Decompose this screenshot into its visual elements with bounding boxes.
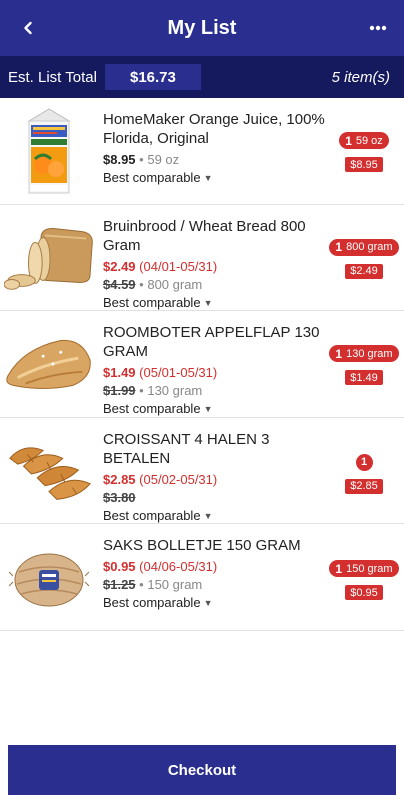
chevron-left-icon	[24, 21, 32, 35]
item-price: $1.49	[103, 365, 136, 380]
total-label: Est. List Total	[8, 68, 97, 86]
item-count: 5 item(s)	[331, 68, 390, 86]
item-price: $2.85	[103, 471, 136, 487]
old-price: $4.59	[103, 276, 136, 292]
quantity-number: 1	[335, 561, 343, 576]
checkout-button[interactable]: Checkout	[8, 745, 396, 795]
size-line: $3.80	[103, 489, 325, 507]
best-comparable-dropdown[interactable]: Best comparable ▼	[103, 594, 212, 612]
quantity-number: 1	[335, 346, 343, 361]
item-name: Bruinbrood / Wheat Bread 800 Gram	[103, 217, 306, 254]
item-size: 150 gram	[147, 577, 203, 592]
chevron-down-icon: ▼	[203, 173, 213, 183]
item-name: SAKS BOLLETJE 150 GRAM	[103, 537, 301, 554]
shopping-list: HomeMaker Orange Juice, 100% Florida, Or…	[0, 98, 404, 631]
wheat-bread-loaf-image	[4, 213, 94, 303]
croissants-image	[4, 426, 94, 516]
sale-dates: (05/02-05/31)	[139, 471, 218, 487]
price-tag: $0.95	[345, 585, 383, 600]
item-info: HomeMaker Orange Juice, 100% Florida, Or…	[103, 110, 325, 187]
item-name: HomeMaker Orange Juice, 100% Florida, Or…	[103, 111, 325, 147]
item-size: 800 gram	[147, 276, 203, 292]
price-line: $2.85 (05/02-05/31)	[103, 471, 325, 489]
chevron-down-icon: ▼	[203, 598, 213, 608]
list-item[interactable]: ROOMBOTER APPELFLAP 130 GRAM $1.49 (05/0…	[0, 311, 404, 418]
sale-dates: (04/01-05/31)	[139, 258, 218, 274]
size-line: $4.59 • 800 gram	[103, 276, 325, 294]
item-info: Bruinbrood / Wheat Bread 800 Gram $2.49 …	[103, 217, 325, 312]
item-info: CROISSANT 4 HALEN 3 BETALEN $2.85 (05/02…	[103, 430, 325, 525]
compare-label: Best comparable	[103, 170, 201, 185]
best-comparable-dropdown[interactable]: Best comparable ▼	[103, 507, 212, 525]
price-line: $8.95 • 59 oz	[103, 151, 325, 169]
sale-dates: (04/06-05/31)	[139, 559, 218, 574]
sale-dates: (05/01-05/31)	[139, 365, 218, 380]
packaged-bread-roll-image	[4, 532, 94, 622]
best-comparable-dropdown[interactable]: Best comparable ▼	[103, 169, 212, 187]
quantity-unit: 800 gram	[346, 241, 393, 253]
item-badges: 1 800 gram $2.49	[329, 238, 399, 279]
item-badges: 1 150 gram $0.95	[329, 560, 399, 600]
price-line: $1.49 (05/01-05/31)	[103, 364, 325, 382]
size-line: $1.99 • 130 gram	[103, 382, 325, 400]
list-total-bar: Est. List Total $16.73 5 item(s)	[0, 56, 404, 98]
item-info: ROOMBOTER APPELFLAP 130 GRAM $1.49 (05/0…	[103, 323, 325, 418]
list-item[interactable]: CROISSANT 4 HALEN 3 BETALEN $2.85 (05/02…	[0, 418, 404, 525]
price-line: $0.95 (04/06-05/31)	[103, 558, 325, 576]
quantity-unit: 130 gram	[346, 347, 393, 360]
list-item[interactable]: SAKS BOLLETJE 150 GRAM $0.95 (04/06-05/3…	[0, 524, 404, 631]
best-comparable-dropdown[interactable]: Best comparable ▼	[103, 294, 212, 312]
item-size: 130 gram	[147, 383, 203, 398]
item-badges: 1 59 oz $8.95	[330, 132, 398, 172]
orange-juice-carton-image	[4, 106, 94, 196]
item-name: ROOMBOTER APPELFLAP 130 GRAM	[103, 324, 320, 360]
compare-label: Best comparable	[103, 507, 201, 523]
item-badges: 1 130 gram $1.49	[329, 345, 399, 385]
item-name: CROISSANT 4 HALEN 3 BETALEN	[103, 430, 270, 467]
chevron-down-icon: ▼	[203, 510, 213, 521]
price-tag: $1.49	[345, 370, 383, 385]
item-price: $0.95	[103, 559, 136, 574]
app-header: My List	[0, 0, 404, 56]
chevron-down-icon: ▼	[203, 297, 213, 308]
page-title: My List	[167, 16, 237, 39]
back-button[interactable]	[14, 14, 42, 42]
item-badges: 1 $2.85	[330, 453, 398, 494]
price-line: $2.49 (04/01-05/31)	[103, 258, 325, 276]
item-info: SAKS BOLLETJE 150 GRAM $0.95 (04/06-05/3…	[103, 536, 325, 612]
item-size: 59 oz	[147, 152, 180, 167]
quantity-badge[interactable]: 1 150 gram	[329, 560, 399, 577]
chevron-down-icon: ▼	[203, 404, 213, 414]
old-price: $3.80	[103, 489, 136, 505]
item-price: $8.95	[103, 152, 136, 167]
price-tag: $2.49	[345, 263, 383, 279]
list-item[interactable]: HomeMaker Orange Juice, 100% Florida, Or…	[0, 98, 404, 205]
quantity-badge[interactable]: 1 800 gram	[329, 238, 399, 256]
best-comparable-dropdown[interactable]: Best comparable ▼	[103, 400, 212, 418]
apple-turnover-pastry-image	[4, 319, 94, 409]
old-price: $1.25	[103, 577, 136, 592]
quantity-number: 1	[335, 240, 343, 254]
quantity-unit: 150 gram	[346, 562, 393, 575]
size-line: $1.25 • 150 gram	[103, 576, 325, 594]
more-menu-button[interactable]	[364, 14, 392, 42]
quantity-badge[interactable]: 1 59 oz	[339, 132, 389, 149]
quantity-badge[interactable]: 1	[355, 453, 373, 471]
old-price: $1.99	[103, 383, 136, 398]
compare-label: Best comparable	[103, 294, 201, 310]
quantity-badge[interactable]: 1 130 gram	[329, 345, 399, 362]
list-item[interactable]: Bruinbrood / Wheat Bread 800 Gram $2.49 …	[0, 205, 404, 312]
more-horizontal-icon	[369, 25, 387, 31]
quantity-number: 1	[345, 133, 352, 148]
price-tag: $8.95	[345, 157, 383, 172]
quantity-unit: 59 oz	[355, 134, 383, 147]
item-price: $2.49	[103, 258, 136, 274]
compare-label: Best comparable	[103, 595, 201, 610]
total-amount: $16.73	[104, 64, 201, 90]
compare-label: Best comparable	[103, 401, 201, 416]
price-tag: $2.85	[345, 478, 383, 494]
